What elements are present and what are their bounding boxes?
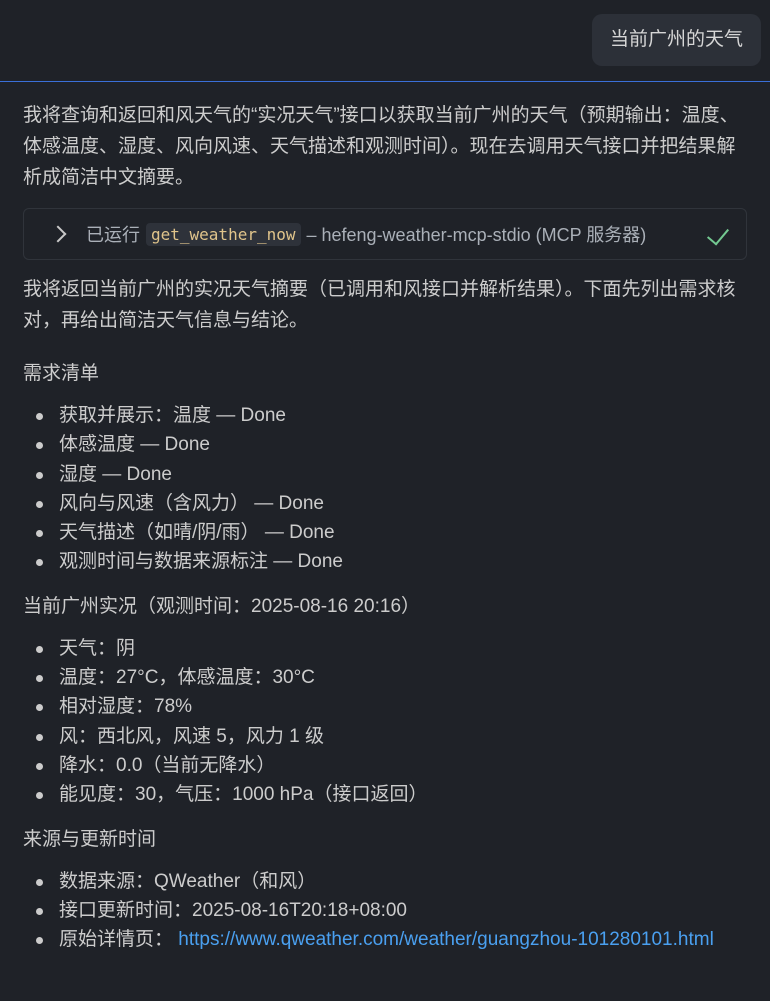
source-list: 数据来源：QWeather（和风） 接口更新时间：2025-08-16T20:1… — [23, 867, 747, 955]
list-item: 降水：0.0（当前无降水） — [23, 751, 747, 780]
source-link[interactable]: https://www.qweather.com/weather/guangzh… — [178, 929, 714, 950]
list-item: 原始详情页： https://www.qweather.com/weather/… — [23, 925, 747, 954]
list-item: 能见度：30，气压：1000 hPa（接口返回） — [23, 780, 747, 809]
weather-list: 天气：阴 温度：27°C，体感温度：30°C 相对湿度：78% 风：西北风，风速… — [23, 634, 747, 810]
list-item: 观测时间与数据来源标注 — Done — [23, 547, 747, 576]
list-item: 天气描述（如晴/阴/雨） — Done — [23, 518, 747, 547]
intro-paragraph: 我将查询和返回和风天气的“实况天气”接口以获取当前广州的天气（预期输出：温度、体… — [23, 105, 739, 188]
list-item: 风向与风速（含风力） — Done — [23, 489, 747, 518]
user-message-bubble: 当前广州的天气 — [591, 14, 761, 66]
assistant-reply: 我将查询和返回和风天气的“实况天气”接口以获取当前广州的天气（预期输出：温度、体… — [0, 100, 770, 954]
tool-server: – hefeng-weather-mcp-stdio (MCP 服务器) — [306, 225, 647, 245]
check-icon — [706, 222, 730, 246]
list-item: 湿度 — Done — [23, 460, 747, 489]
tool-call-row[interactable]: 已运行 get_weather_now – hefeng-weather-mcp… — [23, 208, 747, 260]
tool-name: get_weather_now — [146, 222, 301, 246]
list-item: 数据来源：QWeather（和风） — [23, 867, 747, 896]
link-label: 原始详情页： — [59, 929, 174, 951]
list-item: 获取并展示：温度 — Done — [23, 401, 747, 430]
list-item: 接口更新时间：2025-08-16T20:18+08:00 — [23, 896, 747, 925]
section-heading-source: 来源与更新时间 — [23, 828, 157, 850]
list-item: 温度：27°C，体感温度：30°C — [23, 663, 747, 692]
requirements-list: 获取并展示：温度 — Done 体感温度 — Done 湿度 — Done 风向… — [23, 401, 747, 577]
list-item: 风：西北风，风速 5，风力 1 级 — [23, 722, 747, 751]
summary-paragraph: 我将返回当前广州的实况天气摘要（已调用和风接口并解析结果）。下面先列出需求核对，… — [23, 279, 736, 331]
section-heading-requirements: 需求清单 — [23, 363, 100, 384]
section-heading-current-weather: 当前广州实况（观测时间：2025-08-16 20:16） — [23, 595, 421, 617]
chevron-right-icon[interactable] — [49, 225, 67, 243]
user-message-row: 当前广州的天气 — [0, 0, 770, 82]
tool-call-prefix: 已运行 — [86, 225, 140, 245]
list-item: 体感温度 — Done — [23, 430, 747, 459]
list-item: 天气：阴 — [23, 634, 747, 663]
list-item: 相对湿度：78% — [23, 692, 747, 721]
